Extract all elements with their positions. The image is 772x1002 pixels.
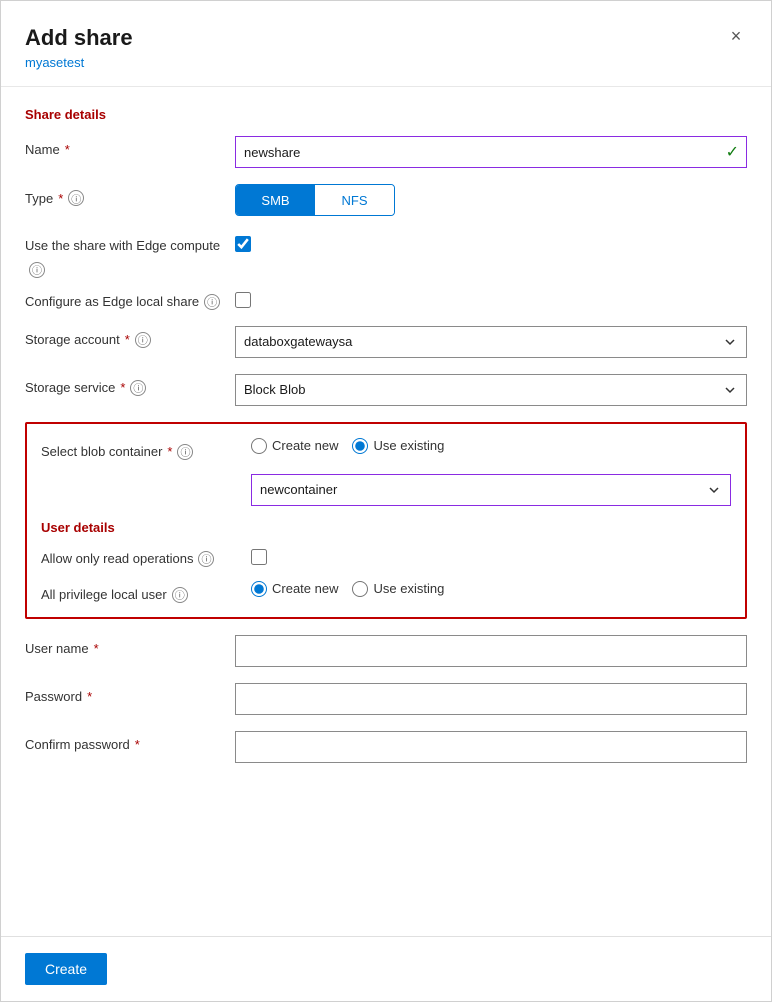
smb-button[interactable]: SMB [236, 185, 315, 215]
storage-service-select[interactable]: Block Blob [235, 374, 747, 406]
all-privilege-label: All privilege local user ⓘ [41, 581, 251, 603]
privilege-use-existing-radio[interactable] [352, 581, 368, 597]
storage-service-label: Storage service * ⓘ [25, 374, 235, 396]
edge-compute-checkbox[interactable] [235, 236, 251, 252]
storage-account-label: Storage account * ⓘ [25, 326, 235, 348]
password-input[interactable] [235, 683, 747, 715]
storage-service-row: Storage service * ⓘ Block Blob [25, 374, 747, 406]
edge-local-info-icon[interactable]: ⓘ [204, 294, 220, 310]
panel-subtitle: myasetest [25, 55, 747, 70]
blob-container-label: Select blob container * ⓘ [41, 438, 251, 460]
storage-account-info-icon[interactable]: ⓘ [135, 332, 151, 348]
name-label: Name * [25, 136, 235, 157]
storage-account-control: databoxgatewaysa [235, 326, 747, 358]
type-info-icon[interactable]: ⓘ [68, 190, 84, 206]
all-privilege-row: All privilege local user ⓘ Create new Us… [41, 581, 731, 603]
name-required-star: * [65, 142, 70, 157]
edge-local-row: Configure as Edge local share ⓘ [25, 288, 747, 310]
username-label: User name * [25, 635, 235, 656]
create-button[interactable]: Create [25, 953, 107, 985]
edge-local-label: Configure as Edge local share ⓘ [25, 288, 235, 310]
name-input[interactable] [235, 136, 747, 168]
storage-account-select[interactable]: databoxgatewaysa [235, 326, 747, 358]
edge-compute-control [235, 232, 747, 252]
allow-read-info-icon[interactable]: ⓘ [198, 551, 214, 567]
privilege-create-new-label: Create new [272, 581, 338, 596]
allow-read-checkbox[interactable] [251, 549, 267, 565]
confirm-password-control [235, 731, 747, 763]
allow-read-label: Allow only read operations ⓘ [41, 545, 251, 567]
privilege-create-new-radio[interactable] [251, 581, 267, 597]
type-toggle: SMB NFS [235, 184, 395, 216]
blob-use-existing-label: Use existing [373, 438, 444, 453]
blob-container-radio-group: Create new Use existing [251, 438, 731, 454]
blob-container-row: Select blob container * ⓘ Create new Use… [41, 438, 731, 460]
name-control: ✓ [235, 136, 747, 168]
storage-service-control: Block Blob [235, 374, 747, 406]
allow-read-row: Allow only read operations ⓘ [41, 545, 731, 567]
username-control [235, 635, 747, 667]
add-share-panel: Add share myasetest × Share details Name… [0, 0, 772, 1002]
password-control [235, 683, 747, 715]
confirm-password-row: Confirm password * [25, 731, 747, 763]
password-row: Password * [25, 683, 747, 715]
password-label: Password * [25, 683, 235, 704]
confirm-password-label: Confirm password * [25, 731, 235, 752]
all-privilege-info-icon[interactable]: ⓘ [172, 587, 188, 603]
edge-compute-label: Use the share with Edge compute [25, 232, 235, 253]
container-select[interactable]: newcontainer [251, 474, 731, 506]
close-button[interactable]: × [721, 21, 751, 51]
blob-container-required-star: * [167, 444, 172, 459]
privilege-create-new-option[interactable]: Create new [251, 581, 338, 597]
name-input-wrapper: ✓ [235, 136, 747, 168]
edge-compute-info-icon[interactable]: ⓘ [29, 262, 45, 278]
privilege-use-existing-label: Use existing [373, 581, 444, 596]
confirm-password-required-star: * [135, 737, 140, 752]
all-privilege-radio-group: Create new Use existing [251, 581, 731, 597]
blob-create-new-radio[interactable] [251, 438, 267, 454]
storage-account-required-star: * [125, 332, 130, 347]
blob-create-new-option[interactable]: Create new [251, 438, 338, 454]
panel-title: Add share [25, 25, 747, 51]
password-required-star: * [87, 689, 92, 704]
edge-local-checkbox[interactable] [235, 292, 251, 308]
share-details-section-label: Share details [25, 107, 747, 122]
type-control: SMB NFS [235, 184, 747, 216]
panel-header: Add share myasetest × [1, 1, 771, 87]
blob-use-existing-radio[interactable] [352, 438, 368, 454]
allow-read-control [251, 545, 731, 565]
name-row: Name * ✓ [25, 136, 747, 168]
storage-service-required-star: * [120, 380, 125, 395]
nfs-button[interactable]: NFS [315, 185, 394, 215]
container-dropdown-row: newcontainer [41, 474, 731, 506]
blob-container-info-icon[interactable]: ⓘ [177, 444, 193, 460]
username-row: User name * [25, 635, 747, 667]
edge-local-control [235, 288, 747, 308]
type-row: Type * ⓘ SMB NFS [25, 184, 747, 216]
edge-compute-row: Use the share with Edge compute [25, 232, 747, 253]
blob-use-existing-option[interactable]: Use existing [352, 438, 444, 454]
edge-local-checkbox-wrapper [235, 288, 747, 308]
allow-read-checkbox-wrapper [251, 545, 731, 565]
blob-create-new-label: Create new [272, 438, 338, 453]
type-label: Type * ⓘ [25, 184, 235, 206]
privilege-use-existing-option[interactable]: Use existing [352, 581, 444, 597]
panel-footer: Create [1, 936, 771, 1001]
storage-account-row: Storage account * ⓘ databoxgatewaysa [25, 326, 747, 358]
blob-container-control: Create new Use existing [251, 438, 731, 454]
type-required-star: * [58, 191, 63, 206]
username-required-star: * [94, 641, 99, 656]
name-check-icon: ✓ [726, 142, 739, 162]
edge-compute-checkbox-wrapper [235, 232, 747, 252]
username-input[interactable] [235, 635, 747, 667]
storage-service-info-icon[interactable]: ⓘ [130, 380, 146, 396]
user-details-section-label: User details [41, 520, 731, 535]
panel-body: Share details Name * ✓ Type * ⓘ [1, 87, 771, 936]
confirm-password-input[interactable] [235, 731, 747, 763]
all-privilege-control: Create new Use existing [251, 581, 731, 597]
highlighted-section: Select blob container * ⓘ Create new Use… [25, 422, 747, 619]
